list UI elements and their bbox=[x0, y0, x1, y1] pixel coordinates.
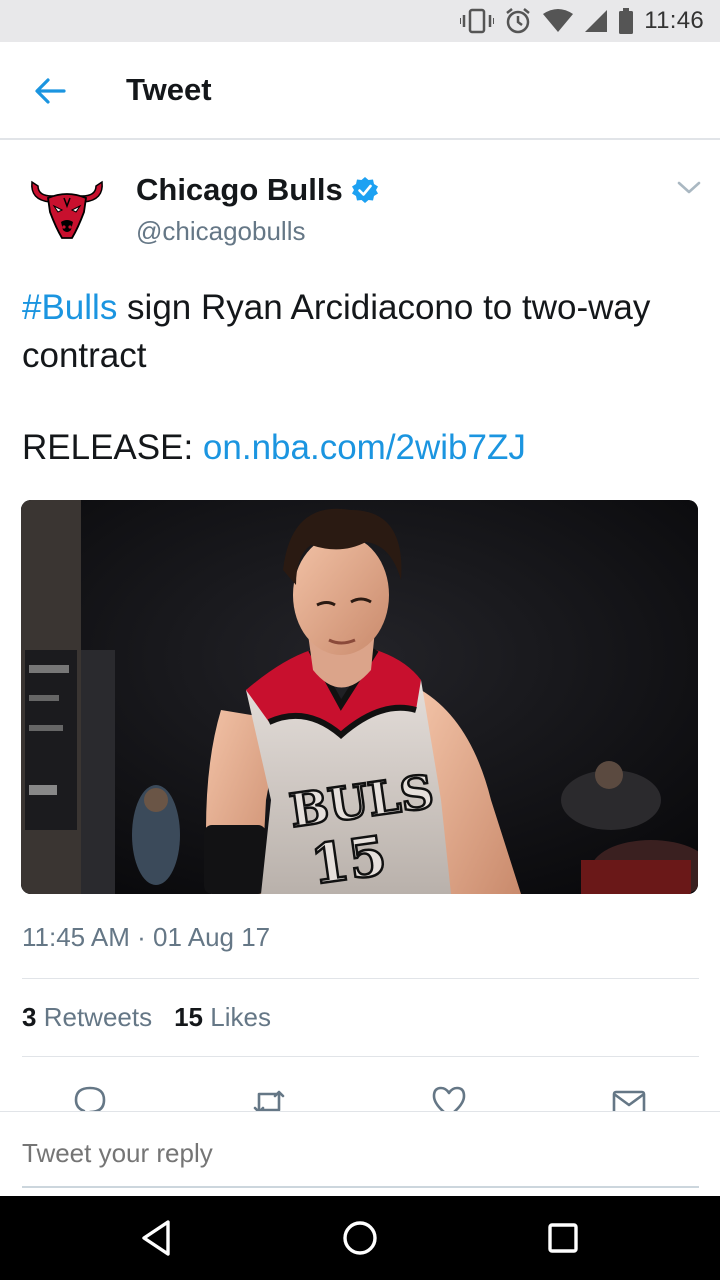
reply-input[interactable] bbox=[22, 1138, 699, 1169]
page-title: Tweet bbox=[126, 72, 212, 107]
reply-composer bbox=[0, 1111, 720, 1196]
arrow-left-icon bbox=[35, 78, 66, 104]
retweets-stat[interactable]: 3 Retweets bbox=[22, 1002, 152, 1033]
envelope-icon[interactable] bbox=[611, 1084, 647, 1112]
author-name[interactable]: Chicago Bulls bbox=[136, 172, 379, 208]
square-recents-icon[interactable] bbox=[541, 1216, 585, 1260]
app-bar: Tweet bbox=[0, 42, 720, 140]
avatar[interactable] bbox=[28, 172, 106, 244]
heart-icon[interactable] bbox=[431, 1084, 467, 1112]
chevron-down-icon[interactable] bbox=[676, 178, 702, 198]
release-label: RELEASE: bbox=[22, 428, 203, 467]
triangle-back-icon[interactable] bbox=[136, 1216, 180, 1260]
status-time: 11:46 bbox=[644, 7, 704, 34]
wifi-icon bbox=[543, 9, 574, 32]
likes-count: 15 bbox=[174, 1002, 204, 1032]
author-handle[interactable]: @chicagobulls bbox=[136, 216, 305, 247]
tweet-timestamp: 11:45 AM · 01 Aug 17 bbox=[22, 922, 271, 952]
vibrate-icon bbox=[460, 8, 495, 34]
tweet-photo[interactable]: BULS 15 bbox=[21, 500, 698, 894]
retweet-icon[interactable] bbox=[251, 1084, 287, 1112]
tweet-actions bbox=[0, 1080, 720, 1112]
retweets-count: 3 bbox=[22, 1002, 37, 1032]
retweets-label: Retweets bbox=[43, 1002, 153, 1032]
navigation-bar bbox=[0, 1196, 720, 1280]
status-bar: 11:46 bbox=[0, 0, 720, 42]
battery-icon bbox=[619, 8, 634, 34]
release-line: RELEASE: on.nba.com/2wib7ZJ bbox=[22, 424, 526, 472]
signal-icon bbox=[585, 10, 608, 32]
svg-text:15: 15 bbox=[307, 823, 390, 894]
verified-badge-icon bbox=[351, 177, 378, 203]
alarm-icon bbox=[506, 8, 530, 34]
divider bbox=[22, 1056, 699, 1057]
release-link[interactable]: on.nba.com/2wib7ZJ bbox=[203, 428, 526, 467]
hashtag-link[interactable]: #Bulls bbox=[22, 288, 117, 327]
reply-icon[interactable] bbox=[72, 1084, 108, 1112]
player-photo: BULS 15 bbox=[21, 500, 698, 894]
tweet-text: #Bulls sign Ryan Arcidiacono to two-way … bbox=[22, 284, 702, 380]
author-name-text: Chicago Bulls bbox=[136, 172, 343, 207]
back-button[interactable] bbox=[22, 68, 78, 114]
likes-label: Likes bbox=[210, 1002, 271, 1032]
likes-stat[interactable]: 15 Likes bbox=[174, 1002, 271, 1033]
tweet-text-body: sign Ryan Arcidiacono to two-way contrac… bbox=[22, 288, 651, 375]
reply-underline bbox=[22, 1186, 699, 1188]
divider bbox=[22, 978, 699, 979]
status-icons: 11:46 bbox=[460, 6, 704, 36]
tweet-stats: 3 Retweets 15 Likes bbox=[22, 1002, 271, 1033]
circle-home-icon[interactable] bbox=[338, 1216, 382, 1260]
